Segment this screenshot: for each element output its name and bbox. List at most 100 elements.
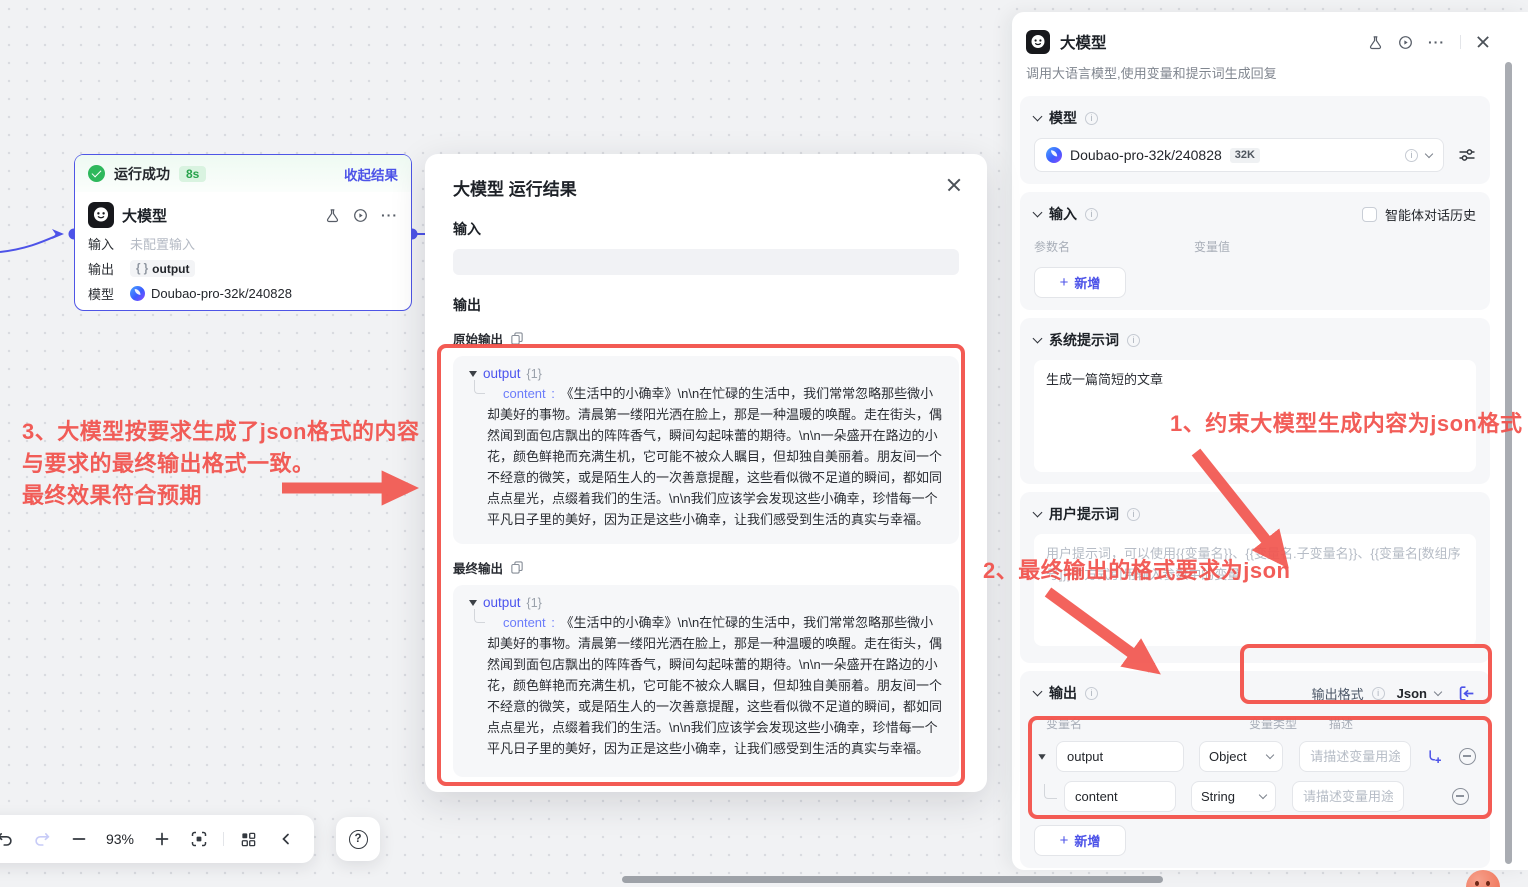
run-duration-badge: 8s — [179, 165, 207, 182]
chevron-down-icon[interactable] — [1032, 207, 1043, 218]
user-prompt-card: 用户提示词 — [1020, 492, 1490, 663]
modal-input-field[interactable] — [453, 249, 959, 275]
json-key: output — [483, 595, 521, 610]
var-type-select[interactable]: Object — [1199, 741, 1284, 772]
model-settings-sliders-icon[interactable] — [1458, 146, 1476, 164]
zoom-out-icon[interactable] — [60, 819, 97, 859]
chevron-down-icon — [1265, 750, 1275, 760]
run-node-icon[interactable] — [1398, 35, 1413, 50]
layout-grid-icon[interactable] — [230, 819, 267, 859]
model-section-card: 模型 Doubao-pro-32k/240828 32K — [1020, 96, 1490, 184]
final-output-box: output {1} content : 《生活中的小确幸》\n\n在忙碌的生活… — [453, 585, 959, 777]
output-variable-badge: { } output — [130, 260, 196, 277]
json-count-badge: {1} — [526, 366, 542, 381]
chevron-down-icon[interactable] — [1032, 686, 1043, 697]
chat-history-checkbox[interactable] — [1361, 206, 1377, 222]
input-section-title: 输入 — [1049, 206, 1077, 222]
node-run-status-bar: 运行成功 8s 收起结果 — [75, 155, 411, 192]
panel-title: 大模型 — [1060, 35, 1107, 52]
output-section-card: 输出 输出格式 Json 变量名 变量类型 描述 Object — [1020, 671, 1490, 868]
user-prompt-title: 用户提示词 — [1049, 506, 1119, 522]
fit-view-icon[interactable] — [180, 819, 217, 859]
divider — [223, 832, 224, 846]
node-config-panel: 大模型 调用大语言模型,使用变量和提示词生成回复 模型 — [1012, 12, 1528, 870]
info-icon — [1085, 686, 1098, 700]
question-mark-icon — [348, 829, 368, 849]
copy-icon[interactable] — [511, 561, 523, 574]
output-format-value[interactable]: Json — [1397, 686, 1427, 701]
remove-field-icon[interactable] — [1452, 788, 1469, 805]
zoom-level[interactable]: 93% — [97, 831, 143, 847]
var-type-select[interactable]: String — [1191, 781, 1276, 812]
apply-format-icon[interactable] — [1457, 684, 1476, 703]
test-run-icon[interactable] — [325, 208, 340, 223]
chevron-down-icon[interactable] — [1032, 111, 1043, 122]
system-prompt-title: 系统提示词 — [1049, 332, 1119, 348]
param-name-column-header: 参数名 — [1034, 240, 1071, 254]
more-options-icon[interactable] — [381, 208, 398, 222]
test-run-icon[interactable] — [1368, 35, 1383, 50]
plus-icon: + — [1059, 273, 1069, 291]
more-options-icon[interactable] — [1428, 35, 1445, 49]
modal-output-label: 输出 — [453, 297, 481, 313]
var-desc-input[interactable] — [1299, 741, 1412, 772]
info-icon — [1127, 507, 1140, 521]
run-node-icon[interactable] — [353, 208, 368, 223]
output-format-label: 输出格式 — [1311, 686, 1364, 702]
panel-subtitle: 调用大语言模型,使用变量和提示词生成回复 — [1026, 66, 1277, 81]
chevron-down-icon[interactable] — [1032, 333, 1043, 344]
node-output-label: 输出 — [88, 262, 115, 277]
curly-braces-icon: { } — [136, 262, 149, 275]
json-value-text: 《生活中的小确幸》\n\n在忙碌的生活中，我们常常忽略那些微小却美好的事物。清晨… — [487, 386, 943, 527]
json-key: output — [483, 366, 521, 381]
input-section-card: 输入 智能体对话历史 参数名 变量值 + 新增 — [1020, 192, 1490, 310]
collapse-toolbar-icon[interactable] — [267, 819, 304, 859]
panel-scrollbar[interactable] — [1505, 62, 1512, 864]
modal-close-icon[interactable] — [947, 178, 961, 192]
info-icon — [1085, 111, 1098, 125]
add-output-var-button[interactable]: + 新增 — [1034, 825, 1126, 856]
system-prompt-editor[interactable]: 生成一篇简短的文章 — [1034, 360, 1476, 472]
var-desc-column-header: 描述 — [1329, 717, 1354, 731]
final-output-label: 最终输出 — [453, 562, 504, 576]
collapse-caret-icon[interactable] — [469, 599, 477, 606]
model-section-title: 模型 — [1049, 110, 1077, 126]
chevron-down-icon[interactable] — [1433, 687, 1443, 696]
var-name-input[interactable] — [1064, 781, 1176, 812]
user-prompt-editor[interactable] — [1034, 534, 1476, 646]
chevron-down-icon[interactable] — [1032, 507, 1043, 518]
help-button[interactable] — [336, 817, 380, 861]
modal-input-label: 输入 — [453, 221, 481, 237]
add-input-param-button[interactable]: + 新增 — [1034, 267, 1126, 298]
remove-field-icon[interactable] — [1459, 748, 1476, 765]
info-icon — [1405, 148, 1418, 162]
output-section-title: 输出 — [1049, 685, 1077, 701]
raw-output-label: 原始输出 — [453, 333, 504, 347]
chat-history-label: 智能体对话历史 — [1384, 207, 1476, 223]
canvas-horizontal-scrollbar[interactable] — [622, 876, 1163, 883]
redo-icon[interactable] — [23, 819, 60, 859]
collapse-caret-icon[interactable] — [1038, 753, 1046, 760]
json-field: content — [503, 386, 546, 401]
panel-close-icon[interactable] — [1477, 36, 1490, 49]
copy-icon[interactable] — [511, 332, 523, 345]
collapse-caret-icon[interactable] — [469, 370, 477, 377]
llm-node-icon — [1026, 30, 1050, 54]
zoom-in-icon[interactable] — [143, 819, 180, 859]
undo-icon[interactable] — [0, 819, 23, 859]
llm-node-card[interactable]: 运行成功 8s 收起结果 大模型 输入 — [74, 154, 412, 311]
node-model-value: Doubao-pro-32k/240828 — [151, 286, 292, 301]
info-icon — [1085, 207, 1098, 221]
run-status-label: 运行成功 — [114, 165, 170, 182]
modal-title: 大模型 运行结果 — [453, 180, 577, 199]
add-child-field-icon[interactable] — [1426, 748, 1443, 765]
chevron-down-icon — [1424, 149, 1434, 158]
tree-connector — [474, 609, 485, 623]
run-result-modal: 大模型 运行结果 输入 输出 原始输出 output {1} content :… — [425, 154, 987, 792]
collapse-result-link[interactable]: 收起结果 — [344, 164, 398, 184]
success-check-icon — [88, 165, 105, 182]
canvas-toolbar: 93% — [0, 815, 314, 863]
var-name-input[interactable] — [1056, 741, 1184, 772]
model-select[interactable]: Doubao-pro-32k/240828 32K — [1034, 138, 1444, 172]
var-desc-input[interactable] — [1292, 781, 1404, 812]
